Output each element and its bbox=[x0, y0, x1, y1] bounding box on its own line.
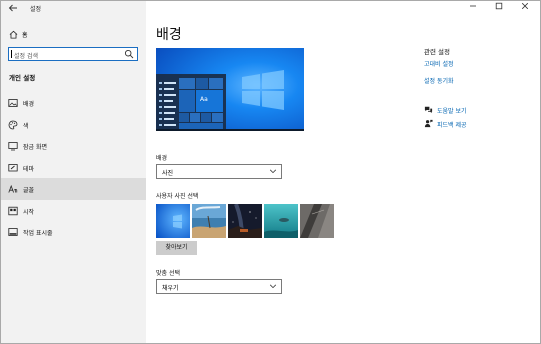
text-cursor bbox=[11, 50, 12, 58]
search-input[interactable]: 설정 검색 bbox=[8, 47, 138, 61]
high-contrast-link[interactable]: 고대비 설정 bbox=[424, 59, 454, 68]
get-help-label: 도움말 보기 bbox=[437, 108, 467, 115]
sidebar-item-label: 잠금 화면 bbox=[23, 144, 47, 151]
section-title: 개인 설정 bbox=[9, 74, 36, 82]
recent-photos bbox=[156, 204, 336, 238]
font-icon bbox=[8, 184, 18, 193]
start-icon bbox=[8, 206, 18, 215]
sidebar-item-fonts[interactable]: 글꼴 bbox=[1, 178, 146, 200]
sync-settings-link[interactable]: 설정 동기화 bbox=[424, 76, 454, 85]
sidebar-item-label: 시작 bbox=[23, 208, 35, 216]
palette-icon bbox=[8, 120, 18, 129]
sidebar-item-start[interactable]: 시작 bbox=[1, 200, 146, 222]
beach-thumbnail bbox=[192, 204, 226, 238]
minimize-button[interactable] bbox=[460, 1, 486, 15]
fit-dropdown[interactable]: 채우기 bbox=[156, 279, 282, 294]
sidebar-item-label: 배경 bbox=[23, 101, 35, 108]
underwater-thumbnail bbox=[264, 204, 298, 238]
sidebar-item-themes[interactable]: 테마 bbox=[1, 157, 146, 179]
photo-thumbnail[interactable] bbox=[192, 204, 226, 238]
sidebar: 설정 홈 설정 검색 개인 설정 배경 색 잠금 화면 테마 글꼴 시작 작업 … bbox=[1, 1, 146, 343]
background-dropdown-value: 사진 bbox=[162, 170, 174, 177]
page-title: 배경 bbox=[156, 27, 182, 43]
maximize-icon bbox=[495, 2, 503, 10]
search-icon[interactable] bbox=[124, 49, 134, 59]
fit-label: 맞춤 선택 bbox=[156, 270, 180, 277]
home-nav-item[interactable]: 홈 bbox=[1, 28, 146, 40]
title-bar: 설정 bbox=[1, 1, 146, 15]
chevron-down-icon bbox=[269, 169, 277, 174]
photo-thumbnail[interactable] bbox=[228, 204, 262, 238]
sidebar-item-label: 작업 표시줄 bbox=[23, 230, 53, 237]
chevron-down-icon bbox=[269, 284, 277, 289]
windows-wallpaper-thumbnail bbox=[156, 204, 190, 238]
window-controls bbox=[460, 1, 540, 15]
desktop-preview: Aa bbox=[156, 48, 304, 131]
sidebar-nav: 배경 색 잠금 화면 테마 글꼴 시작 작업 표시줄 bbox=[1, 92, 146, 243]
rock-texture-thumbnail bbox=[300, 204, 334, 238]
sidebar-item-taskbar[interactable]: 작업 표시줄 bbox=[1, 221, 146, 243]
lock-screen-icon bbox=[8, 142, 18, 151]
brush-icon bbox=[8, 163, 18, 171]
photo-thumbnail[interactable] bbox=[300, 204, 334, 238]
background-dropdown[interactable]: 사진 bbox=[156, 164, 282, 179]
picture-icon bbox=[8, 99, 18, 107]
settings-window: 설정 홈 설정 검색 개인 설정 배경 색 잠금 화면 테마 글꼴 시작 작업 … bbox=[0, 0, 541, 344]
home-icon bbox=[9, 30, 18, 39]
sidebar-item-label: 색 bbox=[23, 122, 29, 130]
app-title: 설정 bbox=[30, 6, 42, 13]
sidebar-item-color[interactable]: 색 bbox=[1, 114, 146, 136]
taskbar-icon bbox=[8, 228, 18, 236]
minimize-icon bbox=[470, 5, 476, 7]
close-icon bbox=[521, 2, 529, 10]
photo-thumbnail[interactable] bbox=[264, 204, 298, 238]
sidebar-item-label: 글꼴 bbox=[23, 187, 35, 194]
browse-button[interactable]: 찾아보기 bbox=[156, 241, 197, 255]
home-label: 홈 bbox=[22, 32, 28, 39]
sidebar-item-label: 테마 bbox=[23, 165, 35, 173]
sidebar-item-background[interactable]: 배경 bbox=[1, 92, 146, 114]
photo-thumbnail[interactable] bbox=[156, 204, 190, 238]
back-arrow-icon bbox=[8, 4, 17, 12]
preview-tile-text: Aa bbox=[200, 96, 208, 103]
help-chat-icon bbox=[424, 106, 433, 114]
feedback-person-icon bbox=[424, 119, 433, 128]
photo-choice-label: 사용자 사진 선택 bbox=[156, 193, 199, 200]
background-label: 배경 bbox=[156, 155, 168, 162]
night-sky-thumbnail bbox=[228, 204, 262, 238]
close-button[interactable] bbox=[512, 1, 538, 15]
preview-image bbox=[156, 48, 304, 131]
search-placeholder: 설정 검색 bbox=[14, 53, 38, 60]
related-settings-title: 관련 설정 bbox=[424, 48, 450, 56]
give-feedback-label: 피드백 제공 bbox=[437, 122, 467, 129]
back-button[interactable] bbox=[7, 2, 19, 14]
sidebar-item-lock-screen[interactable]: 잠금 화면 bbox=[1, 135, 146, 157]
fit-dropdown-value: 채우기 bbox=[162, 285, 179, 292]
maximize-button[interactable] bbox=[486, 1, 512, 15]
